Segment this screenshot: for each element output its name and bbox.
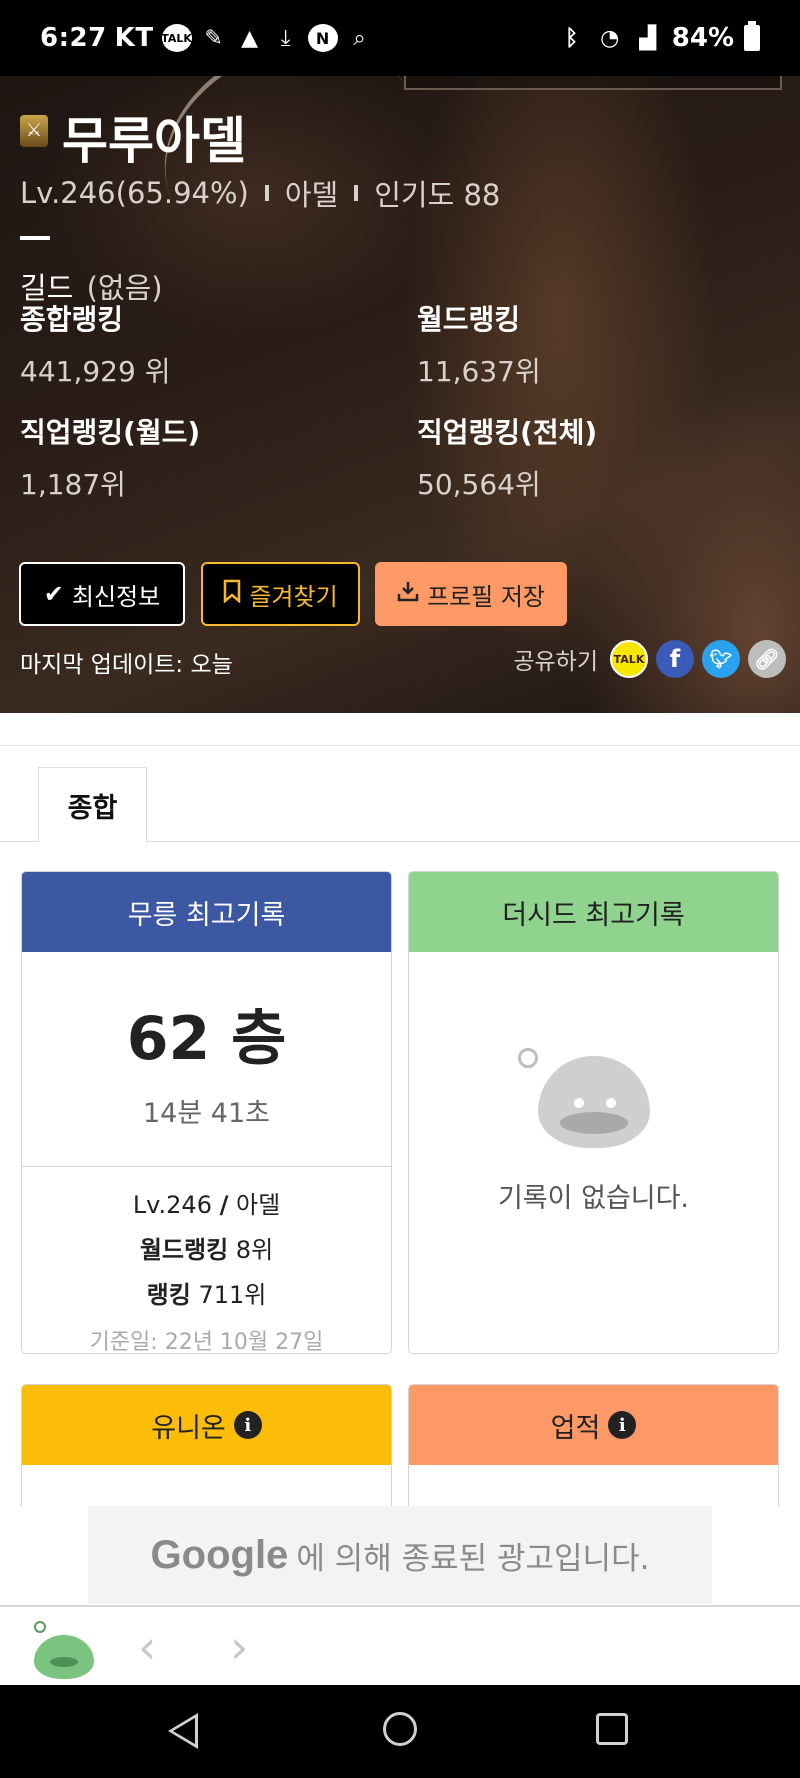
google-logo: Google — [150, 1532, 289, 1577]
overall-ranking-label: 종합랭킹 — [20, 303, 124, 336]
status-time: 6:27 — [40, 23, 107, 53]
main-content: 종합 무릉 최고기록 62 층 14분 41초 Lv.246 / 아델 월드랭킹… — [0, 745, 800, 1514]
link-share-icon[interactable]: 🔗︎ — [748, 640, 786, 678]
system-recents-icon[interactable] — [596, 1713, 628, 1745]
mureung-world-rank-value: 8위 — [235, 1236, 274, 1264]
share-label: 공유하기 — [513, 649, 598, 675]
kakaotalk-share-icon[interactable]: TALK — [610, 640, 648, 678]
search-notification-icon: ⌕ — [353, 25, 366, 51]
latest-info-label: 최신정보 — [71, 582, 161, 611]
character-level: Lv.246(65.94%) — [20, 176, 249, 210]
mureung-world-rank: 월드랭킹 8위 — [22, 1230, 391, 1265]
overall-ranking: 종합랭킹 441,929 위 — [20, 298, 170, 390]
latest-info-button[interactable]: ✔ 최신정보 — [19, 562, 185, 626]
meta-divider — [354, 185, 359, 201]
mureung-slash: / — [219, 1191, 229, 1219]
naver-notification-icon: N — [307, 24, 338, 52]
battery-icon — [744, 21, 760, 51]
bookmark-icon — [223, 579, 241, 609]
mureung-card-header: 무릉 최고기록 — [22, 872, 391, 952]
theseed-card-header: 더시드 최고기록 — [409, 872, 778, 952]
check-icon: ✔ — [43, 580, 64, 608]
mureung-floor: 62 층 — [126, 1004, 287, 1074]
status-bar: 6:27 KT TALK ✎ ▲ ⤓ N ⌕ ᛒ ◔ ▟ 84% — [0, 0, 800, 76]
job-world-ranking-label: 직업랭킹(월드) — [20, 416, 201, 449]
mureung-level-world: Lv.246 / 아델 — [22, 1185, 391, 1220]
world-ranking-value: 11,637위 — [417, 355, 541, 388]
overall-ranking-value: 441,929 위 — [20, 355, 171, 388]
character-world: 아델 — [284, 178, 339, 212]
union-title: 유니온 — [151, 1412, 226, 1444]
slime-mascot-icon[interactable] — [30, 1619, 96, 1679]
union-card: 유니온 i — [21, 1384, 392, 1514]
job-class-icon: ⚔ — [20, 115, 48, 147]
forward-arrow-icon[interactable]: › — [230, 1624, 248, 1670]
world-ranking: 월드랭킹 11,637위 — [417, 298, 541, 390]
character-popularity: 인기도 88 — [374, 178, 501, 212]
world-ranking-label: 월드랭킹 — [417, 303, 521, 336]
info-icon[interactable]: i — [608, 1411, 637, 1439]
card-divider — [22, 1166, 391, 1167]
achievement-card-header: 업적 i — [409, 1385, 778, 1465]
mureung-rank-value: 711위 — [198, 1281, 267, 1309]
favorite-label: 즐겨찾기 — [249, 582, 338, 611]
download-icon — [397, 580, 419, 608]
mureung-base-date: 기준일: 22년 10월 27일 — [89, 1330, 324, 1354]
header-bar-fragment — [404, 76, 782, 90]
divider-dash — [20, 236, 50, 240]
system-home-icon[interactable] — [383, 1712, 417, 1746]
union-card-header: 유니온 i — [22, 1385, 391, 1465]
system-back-icon[interactable] — [168, 1713, 198, 1749]
info-icon[interactable]: i — [233, 1411, 262, 1439]
battery-percent: 84% — [671, 23, 734, 53]
theseed-card: 더시드 최고기록 기록이 없습니다. — [408, 871, 779, 1354]
bluetooth-icon: ᛒ — [565, 25, 579, 51]
browser-bottom-bar: ‹ › — [0, 1605, 800, 1685]
achievement-title: 업적 — [550, 1412, 601, 1444]
theseed-empty-text: 기록이 없습니다. — [497, 1183, 690, 1214]
signal-icon: ▟ — [639, 25, 657, 51]
back-arrow-icon[interactable]: ‹ — [138, 1624, 156, 1670]
empty-slime-image — [517, 1048, 654, 1148]
profile-header: ⚔ 무루아델 Lv.246(65.94%) 아델 인기도 88 길드 (없음) … — [0, 76, 800, 713]
achievement-card: 업적 i — [408, 1384, 779, 1514]
character-name: 무루아델 — [62, 112, 246, 170]
job-all-ranking-label: 직업랭킹(전체) — [417, 416, 598, 449]
mureung-time: 14분 41초 — [143, 1098, 270, 1129]
tab-bar: 종합 — [0, 746, 800, 843]
ad-closed-text: 에 의해 종료된 광고입니다. — [296, 1540, 650, 1577]
wifi-icon: ◔ — [600, 25, 620, 51]
facebook-share-icon[interactable]: f — [656, 640, 694, 678]
job-all-ranking-value: 50,564위 — [417, 468, 541, 501]
tab-overall[interactable]: 종합 — [38, 767, 147, 843]
ad-closed-banner: Google 에 의해 종료된 광고입니다. — [88, 1506, 712, 1604]
talk-notification-icon: TALK — [161, 24, 192, 52]
mureung-rank-label: 랭킹 — [146, 1281, 191, 1309]
mureung-rank: 랭킹 711위 — [22, 1275, 391, 1310]
twitter-share-icon[interactable]: 🐦︎ — [702, 640, 740, 678]
download-notification-icon: ⤓ — [280, 25, 291, 51]
character-meta: Lv.246(65.94%) 아델 인기도 88 — [20, 172, 500, 214]
mureung-world: 아델 — [236, 1191, 281, 1219]
system-navigation-bar — [0, 1685, 800, 1778]
pill-notification-icon: ✎ — [204, 25, 223, 51]
meta-divider — [264, 185, 269, 201]
mureung-world-rank-label: 월드랭킹 — [139, 1236, 229, 1264]
job-world-ranking: 직업랭킹(월드) 1,187위 — [20, 411, 200, 503]
save-profile-button[interactable]: 프로필 저장 — [375, 562, 567, 626]
last-update-text: 마지막 업데이트: 오늘 — [20, 652, 233, 678]
save-profile-label: 프로필 저장 — [426, 582, 546, 611]
favorite-button[interactable]: 즐겨찾기 — [201, 562, 360, 626]
job-world-ranking-value: 1,187위 — [20, 468, 126, 501]
job-all-ranking: 직업랭킹(전체) 50,564위 — [417, 411, 597, 503]
ad-area: Google 에 의해 종료된 광고입니다. — [0, 1506, 800, 1606]
mureung-level: Lv.246 — [132, 1191, 212, 1219]
warning-notification-icon: ▲ — [241, 25, 259, 51]
share-bar: 공유하기 TALK f 🐦︎ 🔗︎ — [513, 640, 786, 678]
mureung-card: 무릉 최고기록 62 층 14분 41초 Lv.246 / 아델 월드랭킹 8위… — [21, 871, 392, 1354]
status-carrier: KT — [114, 23, 154, 53]
